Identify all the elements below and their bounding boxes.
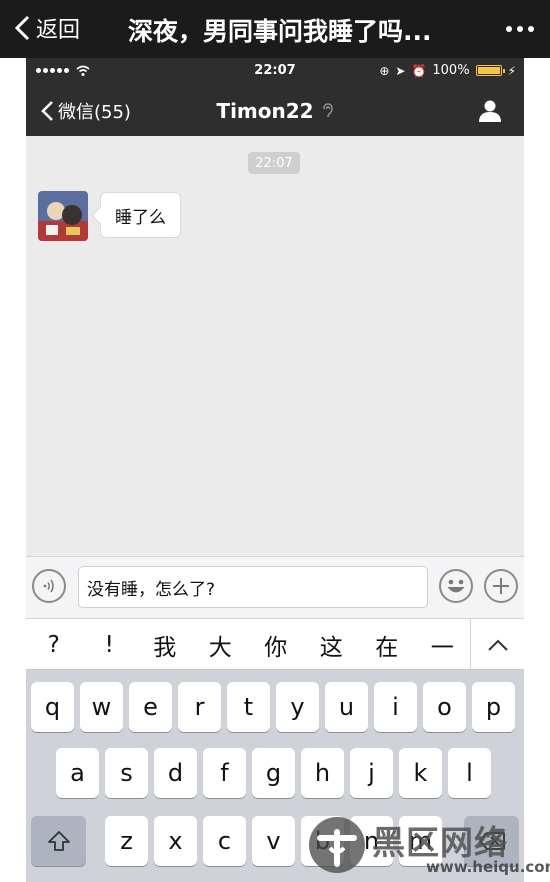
chevron-left-icon (14, 15, 30, 41)
article-back-label: 返回 (36, 18, 81, 43)
contact-profile-icon[interactable] (478, 99, 502, 123)
orientation-lock-icon: ⊕ (379, 63, 390, 78)
smiley-icon (447, 579, 465, 593)
key-q[interactable]: q (31, 682, 74, 732)
alarm-icon: ⏰ (411, 63, 427, 78)
ear-icon (322, 103, 333, 118)
shift-key[interactable] (31, 816, 86, 866)
key-l[interactable]: l (448, 748, 491, 798)
key-t[interactable]: t (227, 682, 270, 732)
contact-avatar[interactable] (38, 191, 88, 241)
candidate-item[interactable]: 我 (137, 628, 193, 662)
status-bar: 22:07 ⊕ ➤ ⏰ 100% ⚡ (26, 58, 524, 86)
article-header: 返回 深夜，男同事问我睡了吗... (0, 0, 550, 58)
candidate-item[interactable]: 这 (304, 628, 360, 662)
phone-screenshot: 22:07 ⊕ ➤ ⏰ 100% ⚡ 微信(55) Timon22 22:07 … (26, 58, 524, 882)
key-e[interactable]: e (129, 682, 172, 732)
candidate-item[interactable]: 在 (359, 628, 415, 662)
key-w[interactable]: w (80, 682, 123, 732)
plus-icon (493, 578, 509, 594)
battery-percent: 100% (432, 63, 470, 78)
delete-key[interactable] (464, 816, 519, 866)
key-m[interactable]: m (399, 816, 442, 866)
candidate-item[interactable]: ? (26, 632, 82, 658)
chat-area[interactable]: 22:07 睡了么 (26, 136, 524, 556)
candidate-item[interactable]: 大 (193, 628, 249, 662)
voice-input-button[interactable] (32, 569, 66, 603)
more-features-button[interactable] (484, 569, 518, 603)
key-x[interactable]: x (154, 816, 197, 866)
key-a[interactable]: a (56, 748, 99, 798)
shift-arrow-icon (47, 831, 70, 851)
key-n[interactable]: n (350, 816, 393, 866)
key-g[interactable]: g (252, 748, 295, 798)
chevron-up-icon (487, 639, 508, 651)
key-y[interactable]: y (276, 682, 319, 732)
key-v[interactable]: v (252, 816, 295, 866)
candidate-bar: ? ! 我 大 你 这 在 一 (26, 618, 524, 671)
keyboard-row-2: a s d f g h j k l (26, 748, 524, 798)
key-s[interactable]: s (105, 748, 148, 798)
key-i[interactable]: i (374, 682, 417, 732)
backspace-icon (478, 832, 505, 850)
key-p[interactable]: p (472, 682, 515, 732)
key-f[interactable]: f (203, 748, 246, 798)
emoji-button[interactable] (439, 569, 473, 603)
article-title: 深夜，男同事问我睡了吗... (128, 17, 432, 46)
key-h[interactable]: h (301, 748, 344, 798)
voice-icon (43, 579, 54, 593)
key-z[interactable]: z (105, 816, 148, 866)
message-input-bar: 没有睡，怎么了? (26, 556, 524, 618)
keyboard-row-3: z x c v b n m (26, 816, 524, 866)
key-d[interactable]: d (154, 748, 197, 798)
key-r[interactable]: r (178, 682, 221, 732)
chat-nav-bar: 微信(55) Timon22 (26, 86, 524, 136)
article-back-button[interactable]: 返回 (12, 10, 80, 46)
location-icon: ➤ (395, 63, 406, 78)
candidate-item[interactable]: 一 (415, 628, 471, 662)
key-k[interactable]: k (399, 748, 442, 798)
key-b[interactable]: b (301, 816, 344, 866)
key-j[interactable]: j (350, 748, 393, 798)
candidate-expand-button[interactable] (470, 619, 524, 671)
charging-icon: ⚡ (507, 63, 516, 78)
battery-icon (475, 65, 505, 76)
key-o[interactable]: o (423, 682, 466, 732)
contact-name: Timon22 (216, 99, 314, 123)
key-c[interactable]: c (203, 816, 246, 866)
more-options-icon[interactable] (506, 26, 534, 32)
candidate-item[interactable]: ! (82, 632, 138, 658)
keyboard-row-1: q w e r t y u i o p (26, 682, 524, 732)
chat-title: Timon22 (26, 99, 524, 123)
message-timestamp: 22:07 (248, 152, 300, 174)
message-input[interactable]: 没有睡，怎么了? (78, 566, 428, 608)
key-u[interactable]: u (325, 682, 368, 732)
keyboard: q w e r t y u i o p a s d f g h j k l z … (26, 670, 524, 882)
candidate-item[interactable]: 你 (248, 628, 304, 662)
incoming-message-bubble[interactable]: 睡了么 (100, 192, 181, 238)
